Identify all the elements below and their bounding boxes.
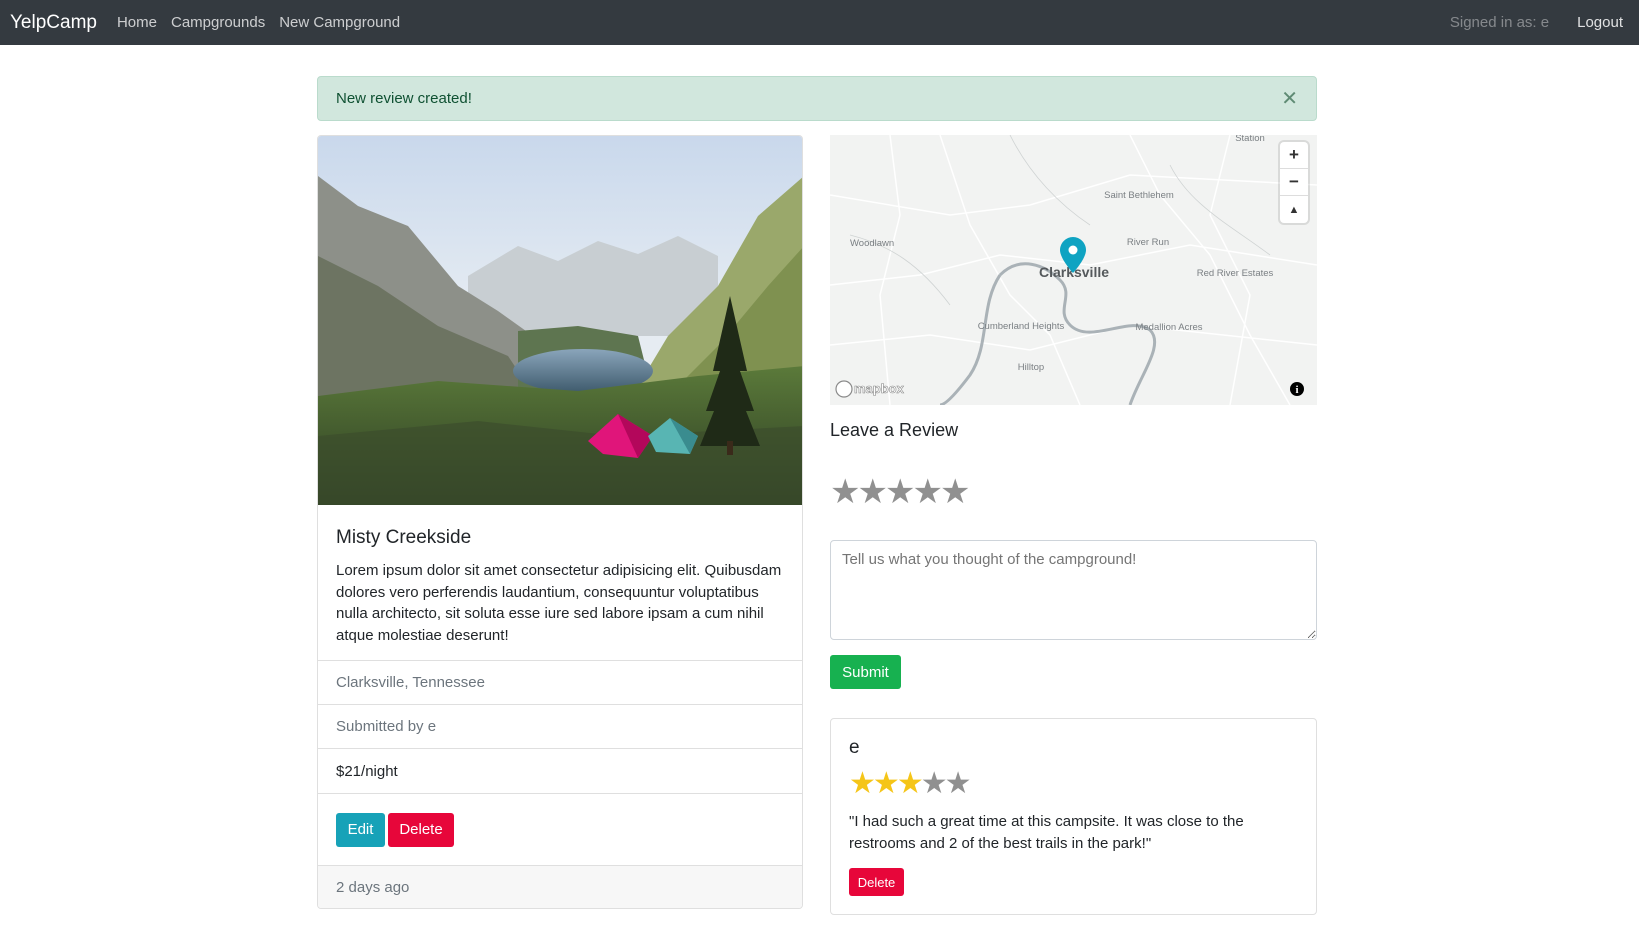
star-filled-icon: ★ [849, 767, 876, 800]
review-author: e [849, 737, 860, 758]
submitted-by-item: Submitted by e [318, 704, 802, 748]
campground-description: Lorem ipsum dolor sit amet consectetur a… [336, 562, 782, 644]
star-empty-icon: ★ [944, 767, 972, 800]
map-label-hilltop: Hilltop [1018, 362, 1044, 373]
card-footer: 2 days ago [318, 865, 802, 908]
review-rating: ★ ★ ★ ★ ★ [849, 767, 972, 800]
map-label-saint-bethlehem: Saint Bethlehem [1104, 190, 1174, 201]
delete-review-button[interactable]: Delete [849, 868, 904, 896]
success-alert: New review created! ✕ [317, 76, 1317, 121]
location-item: Clarksville, Tennessee [318, 660, 802, 704]
map-canvas: Woodlawn Saint Bethlehem River Run Red R… [830, 135, 1317, 405]
campground-image [318, 136, 802, 505]
star-icon[interactable]: ★ [830, 475, 860, 509]
svg-text:i: i [1295, 384, 1298, 396]
close-icon[interactable]: ✕ [1281, 89, 1298, 109]
edit-button[interactable]: Edit [336, 812, 385, 847]
nav-right: Signed in as: e Logout [1450, 14, 1629, 31]
signed-in-text: Signed in as: e [1449, 14, 1550, 31]
star-empty-icon: ★ [920, 767, 948, 800]
star-filled-icon: ★ [896, 767, 924, 800]
map-label-medallion-acres: Medallion Acres [1135, 322, 1202, 333]
nav-campgrounds[interactable]: Campgrounds [171, 14, 265, 31]
nav-home[interactable]: Home [117, 14, 157, 31]
mapbox-logo: mapbox [835, 380, 905, 398]
compass-button[interactable]: ▲ [1280, 196, 1308, 223]
logout-link[interactable]: Logout [1577, 14, 1623, 31]
zoom-out-button[interactable]: − [1280, 169, 1308, 196]
map-label-woodlawn: Woodlawn [850, 238, 894, 249]
map-label-cumberland-heights: Cumberland Heights [978, 321, 1065, 332]
mapbox-wordmark: mapbox [854, 381, 905, 396]
review-body-input[interactable] [830, 540, 1317, 640]
star-filled-icon: ★ [872, 767, 900, 800]
campground-map[interactable]: Woodlawn Saint Bethlehem River Run Red R… [830, 135, 1317, 405]
star-icon[interactable]: ★ [912, 475, 942, 509]
campground-card: Misty Creekside Lorem ipsum dolor sit am… [317, 135, 803, 909]
map-label-red-river-estates: Red River Estates [1197, 268, 1274, 279]
navbar: YelpCamp Home Campgrounds New Campground… [0, 0, 1639, 45]
map-controls: + − ▲ [1280, 142, 1308, 223]
star-icon[interactable]: ★ [885, 475, 915, 509]
star-icon[interactable]: ★ [940, 475, 970, 509]
zoom-in-button[interactable]: + [1280, 142, 1308, 169]
price-item: $21/night [318, 748, 802, 793]
posted-time: 2 days ago [336, 879, 410, 896]
star-icon[interactable]: ★ [857, 475, 887, 509]
alert-message: New review created! [336, 90, 472, 107]
campground-title: Misty Creekside [336, 527, 472, 548]
map-label-river-run: River Run [1127, 237, 1169, 248]
submit-review-button[interactable]: Submit [830, 655, 901, 689]
card-actions: Edit Delete [318, 793, 802, 865]
star-rating-input[interactable]: ★ ★ ★ ★ ★ [830, 475, 970, 509]
nav-new-campground[interactable]: New Campground [279, 14, 400, 31]
info-icon[interactable]: i [1290, 382, 1304, 396]
delete-button[interactable]: Delete [388, 812, 454, 847]
review-heading: Leave a Review [830, 420, 959, 440]
review-card: e ★ ★ ★ ★ ★ "I had such a great time at this… [830, 718, 1317, 915]
review-text: "I had such a great time at this campsit… [849, 813, 1244, 852]
map-label-station: Station [1235, 135, 1265, 144]
brand-logo[interactable]: YelpCamp [10, 12, 97, 34]
